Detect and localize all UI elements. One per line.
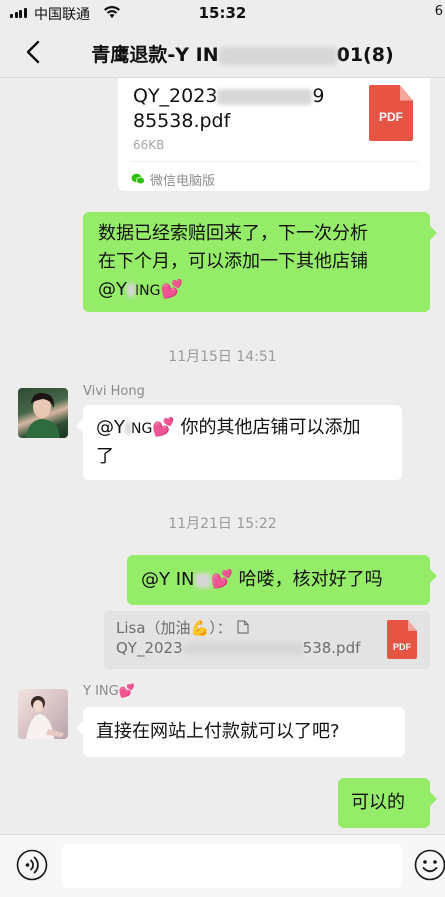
pdf-icon: PDF [369,85,413,141]
wechat-pc-icon [131,173,145,185]
pdf-icon: PDF [387,620,417,659]
mention: @Y ING💕 [98,276,418,305]
redacted-text [127,283,135,297]
timestamp: 11月21日 15:22 [168,516,277,532]
status-bar: 中国联通 15:32 6 [0,0,445,26]
emoji-icon[interactable] [414,849,445,881]
avatar-image [26,696,64,739]
quote-file-suffix: 538.pdf [302,639,361,657]
file-name-line1-end: 9 [312,85,325,107]
quote-author: Lisa（加油 [116,619,191,637]
sender-name: Y ING💕 [83,684,135,699]
mention-text: @Y [98,279,127,300]
message-text: 你的其他店铺可以添加 [180,417,361,438]
mention-text: ING [135,283,161,299]
pdf-icon-label: PDF [379,110,403,124]
message-text-line: 了 [96,446,114,467]
voice-icon[interactable] [16,849,48,881]
redacted-text [125,421,131,435]
emoji: 💕 [118,684,135,699]
timestamp: 11月15日 14:51 [168,349,277,365]
message-bubble-outgoing[interactable]: 数据已经索赔回来了，下一次分析 在下个月，可以添加一下其他店铺 @Y ING💕 [83,212,437,312]
message-text: 直接在网站上付款就可以了吧? [96,721,340,742]
emoji: 💕 [160,279,183,300]
emoji: 💕 [210,569,233,590]
redacted-text [217,88,313,105]
status-time: 15:32 [198,4,247,22]
redacted-text [194,572,211,588]
message-text-line: @Y NG💕 你的其他店铺可以添加 [96,414,390,443]
file-name: QY_2023 9 85538.pdf [133,84,353,134]
message-bubble-outgoing[interactable]: @Y IN 💕 哈喽，核对好了吗 [127,555,437,605]
chat-title: 青鹰退款-Y IN 01(8) [60,40,425,67]
message-text-line: 数据已经索赔回来了，下一次分析 [98,223,368,244]
message-bubble-incoming[interactable]: 直接在网站上付款就可以了吧? [76,707,405,757]
back-icon[interactable] [22,38,46,66]
divider [130,161,418,162]
chat-title-suffix: 01(8) [336,44,394,66]
quoted-message[interactable]: Lisa（加油💪）： QY_2023 538.pdf PDF [104,611,430,669]
file-source-label: 微信电脑版 [150,174,216,189]
sender-name-text: Y ING [83,684,119,699]
message-text: 哈喽，核对好了吗 [238,569,383,590]
avatar[interactable] [18,388,68,438]
message-bubble-incoming[interactable]: @Y NG💕 你的其他店铺可以添加 了 [76,405,402,480]
pdf-icon-label: PDF [393,642,411,652]
message-input[interactable] [62,844,402,888]
chat-title-prefix: 青鹰退款-Y IN [91,44,219,66]
message-text-line: 在下个月，可以添加一下其他店铺 [98,251,368,272]
file-name-line1: QY_2023 [133,85,218,107]
avatar[interactable] [18,689,68,739]
battery-indicator: 6 [434,4,443,19]
mention-text: @Y IN [141,569,195,590]
quote-file-line: QY_2023 538.pdf [116,638,418,658]
chat-header: 青鹰退款-Y IN 01(8) [0,26,445,78]
file-message-card[interactable]: QY_2023 9 85538.pdf 66KB PDF 微信电脑版 [118,78,430,191]
file-name-line2: 85538.pdf [133,110,231,132]
file-size: 66KB [133,138,165,152]
message-text: 可以的 [351,792,405,813]
quote-author-line: Lisa（加油💪）： [116,618,418,638]
mention-text: @Y [96,417,125,438]
redacted-text [182,642,303,655]
quote-author-end: ）： [209,619,232,637]
mention-text: NG [131,421,153,437]
input-bar [0,834,445,897]
emoji: 💕 [152,417,175,438]
message-bubble-outgoing[interactable]: 可以的 [338,778,437,828]
quote-file-prefix: QY_2023 [116,639,183,657]
doc-icon [236,620,249,634]
avatar-image [26,392,60,438]
emoji: 💪 [190,619,210,637]
sender-name: Vivi Hong [83,384,145,399]
redacted-text [218,46,337,65]
